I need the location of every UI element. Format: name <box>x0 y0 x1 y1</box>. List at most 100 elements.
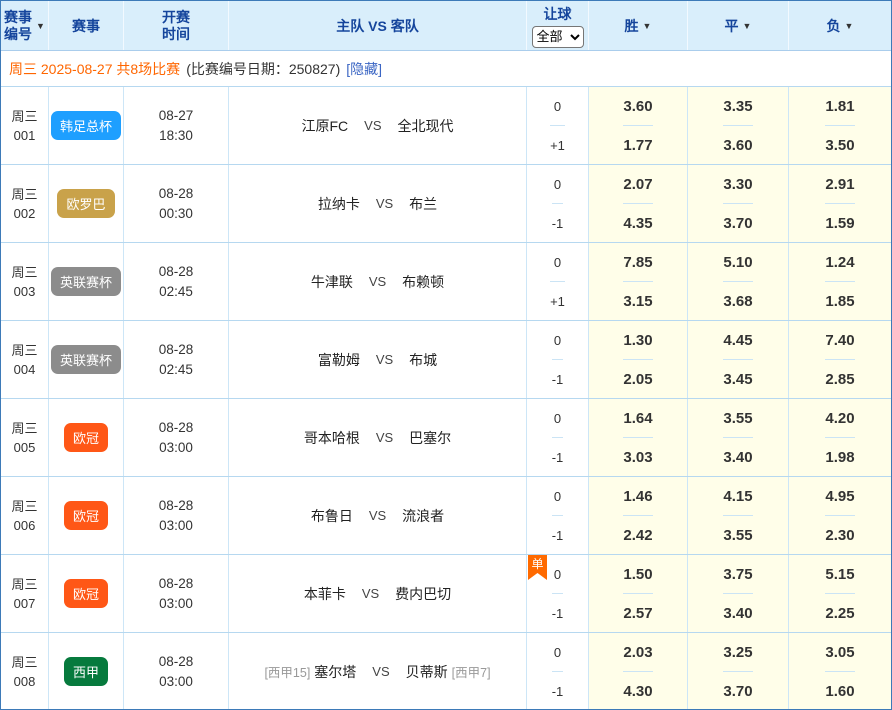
match-time: 03:00 <box>159 672 193 692</box>
match-id-cell: 周三 007 <box>1 555 49 632</box>
win-odds-line2[interactable]: 2.57 <box>623 593 652 632</box>
lose-odds-cell: 3.05 1.60 <box>789 633 891 710</box>
lose-odds-line2[interactable]: 3.50 <box>825 125 854 164</box>
date-bar: 周三 2025-08-27 共8场比赛 (比赛编号日期：250827) [隐藏] <box>1 51 891 86</box>
draw-odds-line1[interactable]: 5.10 <box>723 243 752 281</box>
away-team: 布城 <box>409 350 437 370</box>
win-odds-line2[interactable]: 3.15 <box>623 281 652 320</box>
header-teams-label: 主队 VS 客队 <box>336 16 418 36</box>
home-team: 哥本哈根 <box>304 428 360 448</box>
lose-odds-line2[interactable]: 2.30 <box>825 515 854 554</box>
lose-odds-line1[interactable]: 1.24 <box>825 243 854 281</box>
lose-odds-line2[interactable]: 1.98 <box>825 437 854 476</box>
lose-odds-line2[interactable]: 1.60 <box>825 671 854 710</box>
away-team: 流浪者 <box>402 506 444 526</box>
handicap-cell: 单 0 -1 <box>527 321 589 398</box>
win-odds-line1[interactable]: 7.85 <box>623 243 652 281</box>
lose-odds-line1[interactable]: 3.05 <box>825 633 854 671</box>
home-team: 布鲁日 <box>311 506 353 526</box>
lose-odds-line2[interactable]: 1.59 <box>825 203 854 242</box>
draw-odds-line1[interactable]: 3.75 <box>723 555 752 593</box>
match-date: 08-28 <box>159 340 194 360</box>
match-row: 周三 002 欧罗巴 08-28 00:30 拉纳卡 VS 布兰 单 0 -1 … <box>1 164 891 242</box>
draw-odds-cell: 3.75 3.40 <box>688 555 789 632</box>
teams-cell: 江原FC VS 全北现代 <box>229 87 527 164</box>
handicap-line1: 0 <box>554 477 561 515</box>
match-day: 周三 <box>11 653 37 672</box>
handicap-line1: 0 <box>554 243 561 281</box>
draw-odds-line2[interactable]: 3.55 <box>723 515 752 554</box>
draw-odds-line1[interactable]: 3.35 <box>723 87 752 125</box>
handicap-line1: 0 <box>554 165 561 203</box>
sort-arrow-icon[interactable]: ▼ <box>36 21 45 31</box>
lose-odds-line1[interactable]: 2.91 <box>825 165 854 203</box>
header-win[interactable]: 胜 ▼ <box>589 1 688 50</box>
lose-odds-line1[interactable]: 4.20 <box>825 399 854 437</box>
match-time: 02:45 <box>159 282 193 302</box>
draw-odds-line2[interactable]: 3.70 <box>723 203 752 242</box>
draw-odds-line2[interactable]: 3.70 <box>723 671 752 710</box>
sort-arrow-icon[interactable]: ▼ <box>743 21 752 31</box>
draw-odds-line1[interactable]: 4.15 <box>723 477 752 515</box>
win-odds-line1[interactable]: 1.46 <box>623 477 652 515</box>
time-cell: 08-28 03:00 <box>124 477 229 554</box>
win-odds-line2[interactable]: 4.35 <box>623 203 652 242</box>
win-odds-line2[interactable]: 2.42 <box>623 515 652 554</box>
match-day: 周三 <box>11 341 37 360</box>
league-cell: 欧冠 <box>49 399 124 476</box>
draw-odds-line2[interactable]: 3.45 <box>723 359 752 398</box>
vs-label: VS <box>372 664 389 679</box>
handicap-line2: -1 <box>552 203 564 242</box>
draw-odds-line2[interactable]: 3.40 <box>723 593 752 632</box>
hide-link[interactable]: [隐藏] <box>346 59 382 79</box>
date-summary: 周三 2025-08-27 共8场比赛 <box>9 59 180 79</box>
draw-odds-line1[interactable]: 3.55 <box>723 399 752 437</box>
lose-odds-line1[interactable]: 1.81 <box>825 87 854 125</box>
header-handicap-label: 让球 <box>544 4 572 24</box>
match-row: 周三 004 英联赛杯 08-28 02:45 富勒姆 VS 布城 单 0 -1… <box>1 320 891 398</box>
lose-odds-line1[interactable]: 5.15 <box>825 555 854 593</box>
draw-odds-line1[interactable]: 3.30 <box>723 165 752 203</box>
draw-odds-line1[interactable]: 3.25 <box>723 633 752 671</box>
header-time-line1: 开赛 <box>162 9 190 26</box>
draw-odds-line2[interactable]: 3.68 <box>723 281 752 320</box>
lose-odds-line2[interactable]: 2.85 <box>825 359 854 398</box>
win-odds-line1[interactable]: 1.50 <box>623 555 652 593</box>
lose-odds-line2[interactable]: 2.25 <box>825 593 854 632</box>
match-date: 08-28 <box>159 418 194 438</box>
draw-odds-cell: 3.35 3.60 <box>688 87 789 164</box>
header-lose[interactable]: 负 ▼ <box>789 1 891 50</box>
lose-odds-line2[interactable]: 1.85 <box>825 281 854 320</box>
win-odds-line1[interactable]: 2.07 <box>623 165 652 203</box>
match-id-cell: 周三 001 <box>1 87 49 164</box>
win-odds-line2[interactable]: 2.05 <box>623 359 652 398</box>
win-odds-line1[interactable]: 1.30 <box>623 321 652 359</box>
win-odds-line2[interactable]: 1.77 <box>623 125 652 164</box>
match-date: 08-28 <box>159 184 194 204</box>
handicap-cell: 单 0 -1 <box>527 555 589 632</box>
header-match-id[interactable]: 赛事 编号 ▼ <box>1 1 49 50</box>
win-odds-line1[interactable]: 3.60 <box>623 87 652 125</box>
league-badge: 欧冠 <box>64 423 108 452</box>
sort-arrow-icon[interactable]: ▼ <box>643 21 652 31</box>
win-odds-line2[interactable]: 4.30 <box>623 671 652 710</box>
away-team: 布兰 <box>409 194 437 214</box>
draw-odds-line1[interactable]: 4.45 <box>723 321 752 359</box>
draw-odds-line2[interactable]: 3.60 <box>723 125 752 164</box>
draw-odds-line2[interactable]: 3.40 <box>723 437 752 476</box>
win-odds-line1[interactable]: 2.03 <box>623 633 652 671</box>
win-odds-cell: 2.07 4.35 <box>589 165 688 242</box>
league-badge: 欧冠 <box>64 579 108 608</box>
header-handicap: 让球 全部 <box>527 1 589 50</box>
away-team: 贝蒂斯 <box>406 662 448 682</box>
lose-odds-line1[interactable]: 7.40 <box>825 321 854 359</box>
win-odds-line1[interactable]: 1.64 <box>623 399 652 437</box>
league-cell: 韩足总杯 <box>49 87 124 164</box>
lose-odds-line1[interactable]: 4.95 <box>825 477 854 515</box>
sort-arrow-icon[interactable]: ▼ <box>845 21 854 31</box>
header-draw[interactable]: 平 ▼ <box>688 1 789 50</box>
win-odds-line2[interactable]: 3.03 <box>623 437 652 476</box>
handicap-line2: -1 <box>552 671 564 710</box>
match-time: 02:45 <box>159 360 193 380</box>
handicap-filter-select[interactable]: 全部 <box>532 26 584 48</box>
